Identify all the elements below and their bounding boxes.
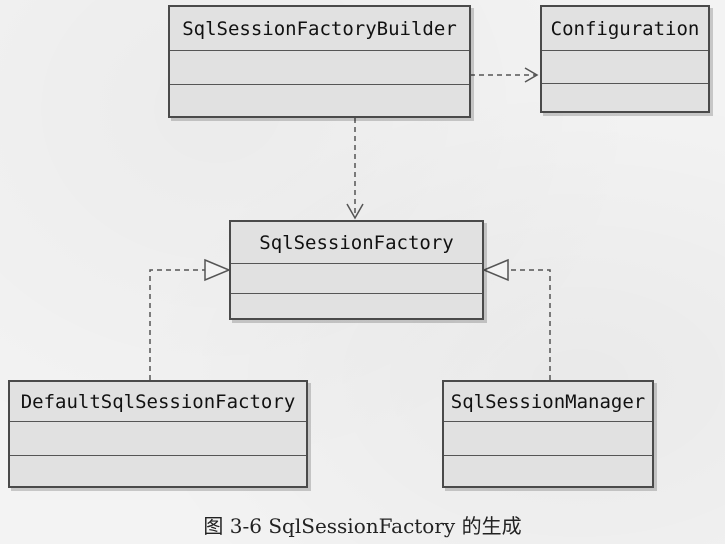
attributes-section	[231, 264, 482, 294]
attributes-section	[10, 422, 306, 456]
class-sql-session-factory-builder: SqlSessionFactoryBuilder	[168, 5, 471, 118]
methods-section	[231, 294, 482, 318]
class-sql-session-factory: SqlSessionFactory	[229, 220, 484, 320]
methods-section	[542, 84, 708, 111]
class-name: SqlSessionFactory	[231, 222, 482, 264]
class-name: SqlSessionManager	[444, 382, 652, 422]
methods-section	[10, 456, 306, 486]
figure-caption: 图 3-6 SqlSessionFactory 的生成	[203, 514, 522, 538]
default-factory-realization	[149, 258, 231, 380]
session-manager-realization	[482, 258, 551, 380]
builder-to-factory-dependency	[346, 118, 364, 220]
attributes-section	[170, 51, 469, 85]
methods-section	[170, 85, 469, 116]
class-default-sql-session-factory: DefaultSqlSessionFactory	[8, 380, 308, 488]
builder-to-configuration-dependency	[470, 67, 539, 83]
class-name: DefaultSqlSessionFactory	[10, 382, 306, 422]
attributes-section	[444, 422, 652, 456]
methods-section	[444, 456, 652, 486]
class-sql-session-manager: SqlSessionManager	[442, 380, 654, 488]
class-configuration: Configuration	[540, 5, 710, 113]
class-name: SqlSessionFactoryBuilder	[170, 7, 469, 51]
attributes-section	[542, 51, 708, 84]
uml-class-diagram: SqlSessionFactoryBuilder Configuration S…	[0, 0, 725, 500]
class-name: Configuration	[542, 7, 708, 51]
